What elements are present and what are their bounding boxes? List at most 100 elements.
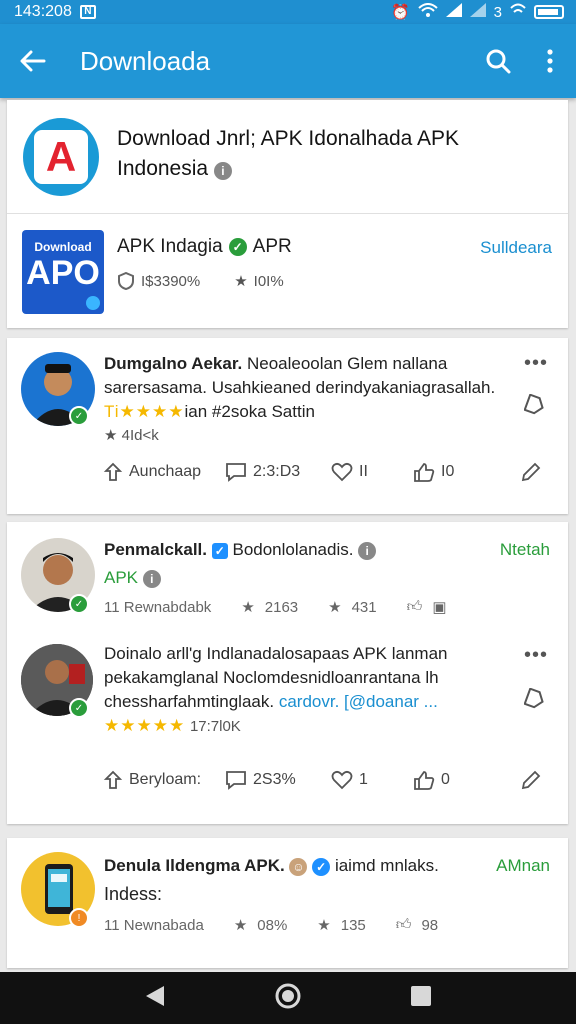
app-item-name: APK Indagia ✓ APR	[117, 236, 292, 258]
tag-icon	[523, 687, 544, 709]
post-card: ✓ Dumgalno Aekar. Neoaleoolan Glem nalla…	[7, 338, 568, 514]
verified-icon: ✓	[69, 406, 89, 426]
heart-icon	[331, 462, 353, 482]
thumbs-up-icon	[414, 771, 435, 790]
image-icon: ▣	[432, 599, 447, 616]
tag-button[interactable]	[523, 393, 546, 421]
signal-icon-2	[469, 3, 486, 21]
rating-stars: Ti★★★★	[104, 402, 185, 421]
more-options-button[interactable]: •••	[524, 352, 548, 375]
apo-logo: Download APO	[22, 230, 104, 314]
app-logo: A	[23, 118, 99, 196]
battery-icon	[534, 5, 564, 19]
triangle-back-icon	[146, 985, 164, 1006]
tag-button[interactable]	[523, 687, 546, 715]
follow-button[interactable]: Ntetah	[500, 540, 550, 560]
comment-count: 2S3%	[253, 771, 296, 788]
post-body: Dumgalno Aekar. Neoaleoolan Glem nallana…	[104, 352, 524, 448]
system-nav-bar	[0, 972, 576, 1024]
like-count: 0	[441, 771, 450, 788]
like-count: I0	[441, 463, 455, 480]
post-author-secondary: iaimd mnlaks.	[334, 856, 439, 875]
app-stat-rating: I0I%	[253, 272, 284, 290]
post-author-secondary: Bodonlolanadis.	[232, 540, 354, 559]
download-count: 11 Newnabada	[104, 916, 204, 934]
post-meta: 11 Newnabada ★ 08% ★ 135 👍︎ 98	[104, 916, 438, 934]
reply-text-line3: chessharfahmtinglaak.	[104, 692, 275, 711]
nav-back-button[interactable]	[144, 984, 166, 1013]
share-label: Aunchaap	[129, 463, 202, 480]
star-icon: ★	[317, 917, 331, 934]
heart-icon	[331, 770, 353, 790]
carrier-label: 3	[493, 3, 502, 21]
star-icon: ★	[328, 599, 342, 616]
app-stat-downloads: I$3390%	[141, 272, 201, 290]
install-button[interactable]: AMnan	[496, 856, 550, 876]
share-button[interactable]: Aunchaap	[103, 462, 201, 482]
app-item-name-text: APK Indagia	[117, 236, 223, 257]
overflow-menu-button[interactable]	[524, 24, 576, 98]
signal-icon	[445, 3, 462, 21]
tag-icon	[523, 393, 544, 415]
post-meta: 11 Rewnabdabk ★ 2163 ★ 431 👍︎ ▣	[104, 598, 447, 616]
comment-count: 2:3:D3	[253, 463, 301, 480]
reply-text-line1: Doinalo arll'g Indlanadalosapaas APK lan…	[104, 644, 448, 663]
apo-logo-line2: APO	[26, 254, 100, 292]
edit-button[interactable]	[519, 460, 543, 484]
back-button[interactable]	[0, 24, 66, 98]
stat-1: 08%	[257, 916, 288, 934]
comment-button[interactable]: 2:3:D3	[225, 462, 300, 482]
arrow-left-icon	[20, 50, 46, 72]
comment-icon	[226, 463, 246, 482]
thumbs-up-icon: 👍︎	[406, 598, 423, 615]
post-author[interactable]: Dumgalno Aekar.	[104, 354, 242, 373]
stat-1: 2163	[264, 598, 299, 616]
info-icon: i	[213, 162, 232, 180]
download-count: 11 Rewnabdabk	[104, 598, 212, 616]
app-item[interactable]: Download APO APK Indagia ✓ APR Sulldeara…	[7, 214, 568, 328]
post-author[interactable]: Denula Ildengma APK.	[104, 856, 285, 875]
star-icon: ★	[234, 273, 248, 290]
comment-icon	[226, 771, 246, 790]
like-button[interactable]: 0	[413, 770, 450, 790]
network-icon	[510, 3, 526, 21]
stat-2: 431	[351, 598, 377, 616]
react-button[interactable]: 1	[331, 770, 368, 790]
like-button[interactable]: I0	[413, 462, 454, 482]
app-item-tag: APR	[252, 236, 292, 257]
post-tag: APK	[104, 568, 139, 587]
wifi-icon	[417, 3, 438, 21]
edit-button[interactable]	[519, 768, 543, 792]
app-header[interactable]: A Download Jnrl; APK Idonalhada APK Indo…	[7, 100, 568, 214]
app-card: A Download Jnrl; APK Idonalhada APK Indo…	[7, 100, 568, 328]
post-text-line2: sarersasama. Usahkieaned derindyakaniagr…	[104, 378, 496, 397]
search-button[interactable]	[472, 24, 524, 98]
thumbs-up-icon: 👍︎	[395, 916, 412, 933]
post-card: ! Denula Ildengma APK. ☺ ✓ iaimd mnlaks.…	[7, 838, 568, 968]
stat-2: 135	[340, 916, 366, 934]
thumbs-up-icon	[414, 463, 435, 482]
apo-logo-line1: Download	[34, 240, 92, 254]
post-card: ✓ Penmalckall. ✓ Bodonlolanadis. i APK i…	[7, 522, 568, 824]
square-recents-icon	[411, 985, 431, 1006]
star-icon: ★	[241, 599, 255, 616]
app-bar: Downloada	[0, 24, 576, 98]
app-item-stats: I$3390% ★ I0I%	[117, 272, 284, 290]
reply-body: Doinalo arll'g Indlanadalosapaas APK lan…	[104, 642, 514, 739]
verified-icon: ✓	[69, 698, 89, 718]
post-author[interactable]: Penmalckall.	[104, 540, 207, 559]
more-options-button[interactable]: •••	[524, 644, 548, 667]
pencil-icon	[521, 770, 541, 790]
post-body: Denula Ildengma APK. ☺ ✓ iaimd mnlaks. I…	[104, 854, 494, 906]
comment-button[interactable]: 2S3%	[225, 770, 296, 790]
nav-recents-button[interactable]	[410, 985, 432, 1012]
post-text-line2: Indess:	[104, 884, 163, 904]
reply-link[interactable]: cardovr. [@doanar ...	[279, 692, 438, 711]
share-button[interactable]: Beryloam:	[103, 770, 201, 790]
app-logo-letter: A	[45, 133, 77, 180]
alarm-icon: ⏰	[390, 4, 410, 21]
react-button[interactable]: II	[331, 462, 368, 482]
subscribe-link[interactable]: Sulldeara	[480, 238, 552, 258]
reply-text-line2: pekakamglanal Noclomdesnidloanrantana lh	[104, 668, 439, 687]
nav-home-button[interactable]	[274, 982, 302, 1015]
